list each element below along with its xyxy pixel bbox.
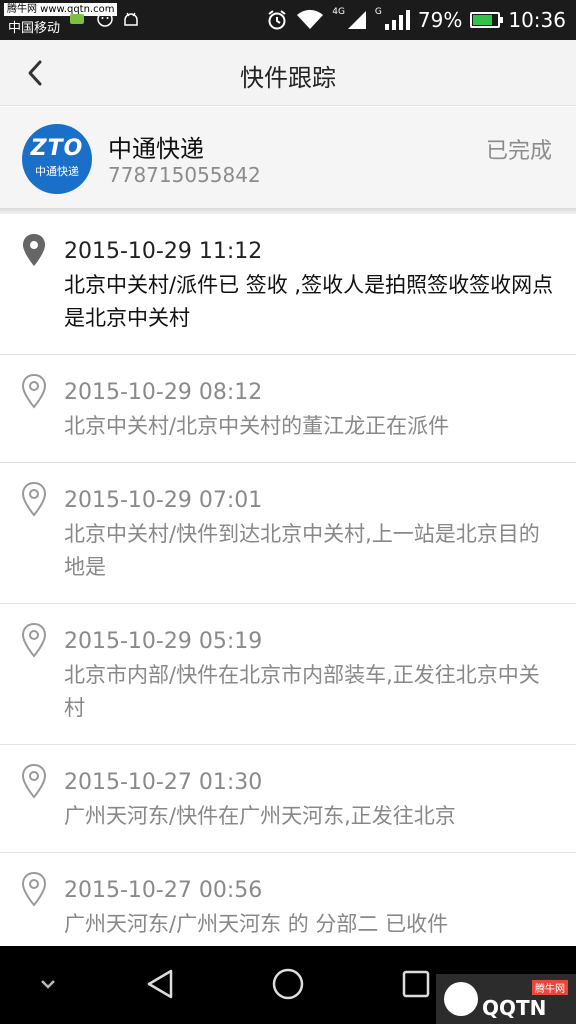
battery-icon [470, 12, 504, 28]
timeline-desc: 北京中关村/快件到达北京中关村,上一站是北京目的地是 [64, 522, 540, 579]
timeline-item: 2015-10-27 00:56 广州天河东/广州天河东 的 分部二 已收件 [0, 853, 576, 961]
home-nav-button[interactable] [268, 964, 308, 1004]
courier-card: ZTO 中通快递 中通快递 778715055842 已完成 [0, 107, 576, 208]
location-pin-icon [21, 622, 47, 658]
status-badge: 已完成 [485, 139, 552, 164]
timeline-desc: 广州天河东/快件在广州天河东,正发往北京 [64, 804, 456, 828]
location-pin-icon [21, 373, 47, 409]
logo-letters: ZTO [30, 136, 84, 161]
location-pin-icon [21, 871, 47, 907]
logo-subtitle: 中通快递 [35, 165, 79, 178]
timeline-desc: 北京市内部/快件在北京市内部装车,正发往北京中关村 [64, 663, 540, 720]
courier-logo: ZTO 中通快递 [22, 124, 92, 194]
timeline-desc: 广州天河东/广州天河东 的 分部二 已收件 [64, 912, 449, 936]
circle-home-icon [272, 968, 304, 1000]
signal-bars-icon [384, 10, 410, 30]
timeline-time: 2015-10-29 08:12 [64, 380, 263, 405]
tracking-timeline: 2015-10-29 11:12 北京中关村/派件已 签收 ,签收人是拍照签收签… [0, 214, 576, 961]
timeline-time: 2015-10-29 07:01 [64, 488, 263, 513]
timeline-item: 2015-10-29 08:12 北京中关村/北京中关村的董江龙正在派件 [0, 355, 576, 463]
network-type-label: 4G [332, 7, 345, 17]
message-icon [70, 14, 84, 24]
square-recents-icon [402, 970, 430, 998]
clock: 10:36 [508, 8, 566, 32]
back-nav-button[interactable] [140, 964, 180, 1004]
carrier-label: 中国移动 [8, 21, 61, 36]
network-type-label-2: G [374, 7, 382, 17]
timeline-item: 2015-10-27 01:30 广州天河东/快件在广州天河东,正发往北京 [0, 745, 576, 853]
navigation-bar: 腾牛网 QQTN [0, 946, 576, 1024]
wifi-icon [297, 9, 324, 29]
android-icon [124, 12, 138, 26]
timeline-desc: 北京中关村/北京中关村的董江龙正在派件 [64, 414, 450, 438]
timeline-item: 2015-10-29 11:12 北京中关村/派件已 签收 ,签收人是拍照签收签… [0, 214, 576, 355]
location-pin-icon [21, 763, 47, 799]
hide-nav-button[interactable] [28, 964, 68, 1004]
status-bar: 腾牛网 www.qqtn.com 中国移动 4G G 79% 10:36 [0, 0, 576, 40]
courier-name: 中通快递 [108, 135, 204, 163]
site-watermark: 腾牛网 QQTN [436, 974, 576, 1024]
signal-icon [347, 11, 366, 29]
location-pin-icon [21, 481, 47, 517]
chevron-down-icon [41, 980, 55, 989]
timeline-time: 2015-10-27 00:56 [64, 878, 263, 903]
page-title: 快件跟踪 [240, 64, 336, 92]
timeline-time: 2015-10-29 11:12 [64, 239, 263, 264]
app-header: 快件跟踪 [0, 40, 576, 106]
watermark-logo-icon [444, 982, 478, 1016]
triangle-back-icon [147, 969, 173, 999]
timeline-item: 2015-10-29 07:01 北京中关村/快件到达北京中关村,上一站是北京目… [0, 463, 576, 604]
location-pin-filled-icon [23, 234, 45, 266]
watermark-text: QQTN [482, 996, 547, 1020]
timeline-desc: 北京中关村/派件已 签收 ,签收人是拍照签收签收网点是北京中关村 [64, 273, 554, 330]
watermark-small-label: 腾牛网 [532, 980, 568, 995]
face-icon [97, 11, 113, 27]
alarm-icon [268, 10, 286, 30]
timeline-time: 2015-10-29 05:19 [64, 629, 263, 654]
timeline-item: 2015-10-29 05:19 北京市内部/快件在北京市内部装车,正发往北京中… [0, 604, 576, 745]
battery-percent: 79% [417, 8, 463, 32]
tracking-number: 778715055842 [108, 163, 261, 187]
timeline-time: 2015-10-27 01:30 [64, 770, 263, 795]
recents-nav-button[interactable] [396, 964, 436, 1004]
